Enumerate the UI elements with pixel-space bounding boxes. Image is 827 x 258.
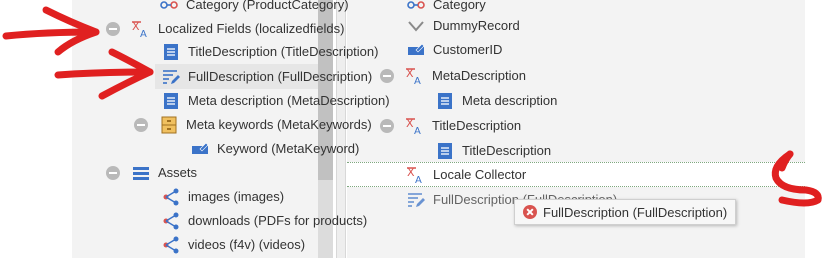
layout-node-customerid[interactable]: CustomerID (407, 37, 502, 62)
layout-node-meta-description[interactable]: Meta description (436, 88, 557, 113)
text-field-icon (436, 92, 454, 110)
drag-tooltip-text: FullDescription (FullDescription) (543, 204, 728, 220)
tree-node-label: TitleDescription (432, 118, 522, 133)
text-field-icon (436, 142, 454, 160)
tree-node-category[interactable]: Category (ProductCategory) (160, 0, 349, 17)
layout-node-dummyrecord[interactable]: DummyRecord (407, 13, 520, 38)
tree-node-assets[interactable]: Assets (106, 160, 197, 185)
layout-node-titledescription[interactable]: XA TitleDescription (380, 113, 521, 138)
input-icon (407, 41, 425, 59)
tree-node-fulldescription[interactable]: FullDescription (FullDescription) (155, 64, 372, 89)
localized-fields-icon: XA (406, 67, 424, 85)
collapse-icon[interactable] (134, 117, 148, 132)
tree-node-label: MetaDescription (432, 68, 526, 83)
localized-fields-icon: XA (132, 20, 150, 38)
wysiwyg-icon (407, 191, 425, 209)
collapse-icon[interactable] (106, 165, 120, 180)
layout-node-locale-collector[interactable]: XA Locale Collector (347, 162, 805, 187)
tree-node-label: TitleDescription (TitleDescription) (188, 44, 379, 59)
tree-node-label: CustomerID (433, 42, 503, 57)
tree-node-label: TitleDescription (462, 143, 552, 158)
svg-text:A: A (415, 175, 422, 184)
svg-text:A: A (414, 76, 421, 85)
wysiwyg-icon (162, 68, 180, 86)
tree-node-label: FullDescription (FullDescription) (188, 69, 373, 84)
left-margin (0, 0, 72, 258)
tree-node-localized-fields[interactable]: XA Localized Fields (localizedfields) (106, 16, 344, 41)
tree-node-label: Assets (158, 165, 198, 180)
drag-tooltip: FullDescription (FullDescription) (514, 199, 737, 225)
relation-icon (162, 212, 180, 230)
tree-node-label: videos (f4v) (videos) (188, 237, 306, 252)
tree-node-meta-keywords[interactable]: Meta keywords (MetaKeywords) (134, 112, 372, 137)
collapse-icon[interactable] (380, 68, 394, 83)
text-field-icon (162, 92, 180, 110)
tree-node-label: DummyRecord (433, 18, 520, 33)
tree-node-label: Meta keywords (MetaKeywords) (186, 117, 372, 132)
panel-icon (132, 164, 150, 182)
tree-node-label: Category (ProductCategory) (186, 0, 349, 12)
error-icon (523, 205, 537, 219)
tree-node-label: images (images) (188, 189, 285, 204)
fieldcollection-icon (160, 116, 178, 134)
tree-node-label: Locale Collector (433, 167, 527, 182)
text-field-icon (162, 43, 180, 61)
relation-icon (162, 188, 180, 206)
tree-node-label: Localized Fields (localizedfields) (158, 21, 345, 36)
tree-node-label: Keyword (MetaKeyword) (217, 141, 360, 156)
relation-icon (162, 236, 180, 254)
collapse-icon[interactable] (380, 118, 394, 133)
localized-fields-icon: XA (406, 117, 424, 135)
chevron-down-icon (407, 17, 425, 35)
tree-node-videos[interactable]: videos (f4v) (videos) (162, 232, 305, 257)
tree-node-images[interactable]: images (images) (162, 184, 284, 209)
tree-node-titledescription[interactable]: TitleDescription (TitleDescription) (162, 39, 378, 64)
input-icon (191, 140, 209, 158)
svg-text:A: A (414, 126, 421, 135)
tree-node-label: Meta description (462, 93, 558, 108)
tree-node-label: Meta description (MetaDescription) (188, 93, 390, 108)
layout-node-titledescription-field[interactable]: TitleDescription (436, 138, 551, 163)
collapse-icon[interactable] (106, 21, 120, 36)
relation-icon (407, 0, 425, 14)
tree-node-downloads[interactable]: downloads (PDFs for products) (162, 208, 367, 233)
tree-node-keyword[interactable]: Keyword (MetaKeyword) (191, 136, 359, 161)
tree-node-label: downloads (PDFs for products) (188, 213, 368, 228)
right-margin (805, 0, 827, 258)
localized-fields-icon: XA (407, 166, 425, 184)
svg-text:A: A (140, 29, 147, 38)
relation-icon (160, 0, 178, 14)
layout-node-metadescription[interactable]: XA MetaDescription (380, 63, 526, 88)
tree-node-meta-description[interactable]: Meta description (MetaDescription) (162, 88, 390, 113)
